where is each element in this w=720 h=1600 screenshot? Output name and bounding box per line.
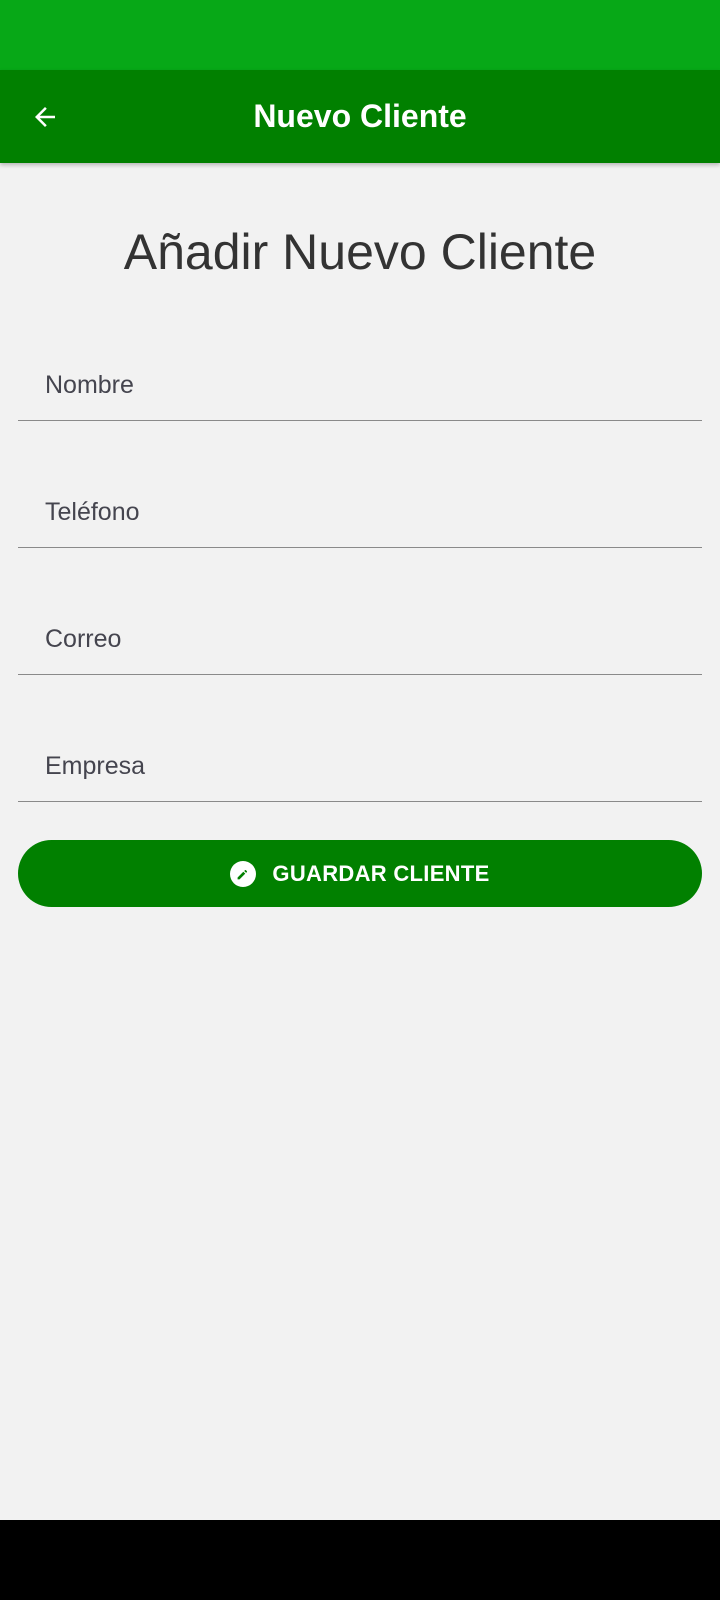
status-bar (0, 0, 720, 70)
empresa-input[interactable] (18, 731, 702, 801)
pencil-icon (230, 860, 257, 887)
nombre-input[interactable] (18, 350, 702, 420)
empresa-field (18, 731, 702, 802)
app-bar: Nuevo Cliente (0, 70, 720, 163)
correo-input[interactable] (18, 604, 702, 674)
back-button[interactable] (22, 94, 68, 140)
nombre-field (18, 350, 702, 421)
correo-field (18, 604, 702, 675)
save-client-button[interactable]: GUARDAR CLIENTE (18, 840, 702, 907)
page-heading: Añadir Nuevo Cliente (123, 224, 597, 280)
telefono-input[interactable] (18, 477, 702, 547)
arrow-left-icon (30, 102, 60, 132)
system-navigation-bar (0, 1520, 720, 1600)
save-client-label: GUARDAR CLIENTE (272, 860, 490, 886)
telefono-field (18, 477, 702, 548)
app-bar-title: Nuevo Cliente (253, 98, 467, 134)
